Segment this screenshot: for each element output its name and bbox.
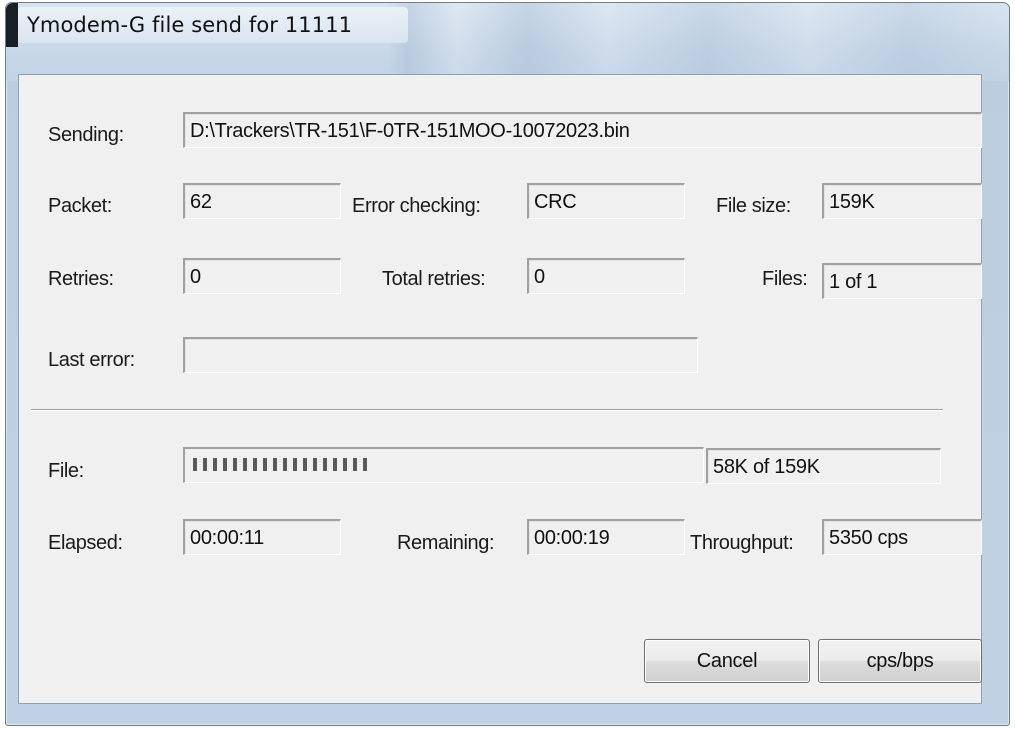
- file-progress-bar: [183, 447, 704, 483]
- throughput-label: Throughput:: [690, 532, 794, 554]
- error-checking-field: CRC: [527, 183, 685, 219]
- packet-field: 62: [183, 183, 341, 219]
- last-error-field: [183, 337, 698, 373]
- file-size-field: 159K: [822, 183, 982, 219]
- file-progress-fill: [193, 458, 367, 471]
- title-bar[interactable]: Ymodem-G file send for 11111: [6, 3, 1009, 81]
- cancel-button[interactable]: Cancel: [644, 639, 810, 683]
- elapsed-field: 00:00:11: [183, 519, 341, 555]
- screen: Ymodem-G file send for 11111 Sending: D:…: [0, 0, 1015, 729]
- total-retries-field: 0: [527, 258, 685, 294]
- sending-label: Sending:: [48, 124, 124, 146]
- sending-field: D:\Trackers\TR-151\F-0TR-151MOO-10072023…: [183, 112, 982, 148]
- elapsed-label: Elapsed:: [48, 532, 123, 554]
- files-field: 1 of 1: [822, 263, 982, 299]
- throughput-field: 5350 cps: [822, 519, 982, 555]
- title-bar-edge: [6, 3, 18, 47]
- remaining-label: Remaining:: [397, 532, 495, 554]
- retries-label: Retries:: [48, 268, 114, 290]
- file-progress-text: 58K of 159K: [706, 448, 941, 484]
- file-size-label: File size:: [716, 195, 791, 217]
- retries-field: 0: [183, 258, 341, 294]
- window-title: Ymodem-G file send for 11111: [27, 13, 353, 37]
- file-progress-label: File:: [48, 460, 84, 482]
- remaining-field: 00:00:19: [527, 519, 685, 555]
- cps-bps-button[interactable]: cps/bps: [818, 639, 982, 683]
- files-label: Files:: [762, 268, 808, 290]
- dialog-client-area: [18, 74, 982, 704]
- section-divider: [31, 409, 943, 411]
- packet-label: Packet:: [48, 195, 112, 217]
- error-checking-label: Error checking:: [352, 195, 481, 217]
- total-retries-label: Total retries:: [382, 268, 486, 290]
- last-error-label: Last error:: [48, 349, 135, 371]
